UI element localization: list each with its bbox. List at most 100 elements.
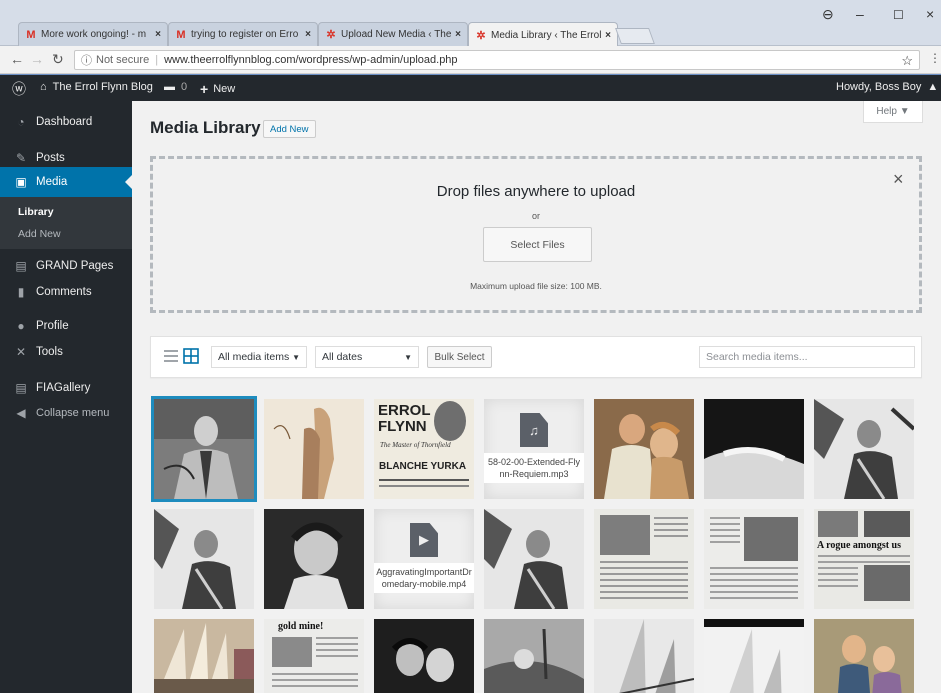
reclining-figure-thumbnail (704, 399, 804, 499)
media-item[interactable] (814, 619, 914, 693)
comments-link[interactable]: ▬ 0 (164, 81, 187, 93)
media-item[interactable]: ♫ 58-02-00-Extended-Flynn-Requiem.mp3 (484, 399, 584, 499)
url-field[interactable]: ⓘ Not secure | www.theerrolflynnblog.com… (74, 50, 920, 70)
admin-sidebar: ◔ Dashboard ✎ Posts ▣ Media Library Add … (0, 101, 132, 693)
gmail-icon: M (26, 28, 36, 41)
media-item[interactable]: gold mine! (264, 619, 364, 693)
media-icon: ▣ (15, 175, 27, 189)
media-item[interactable] (151, 396, 257, 502)
window-close-icon[interactable]: × (926, 6, 934, 22)
sailboat-thumbnail (704, 619, 804, 693)
close-icon[interactable]: × (605, 30, 611, 41)
poster-line-4: BLANCHE YURKA (379, 461, 466, 472)
media-item[interactable] (154, 619, 254, 693)
media-item[interactable] (264, 399, 364, 499)
menu-comments[interactable]: ▮ Comments (0, 277, 132, 307)
wordpress-logo-icon[interactable]: ⓦ (12, 79, 26, 99)
media-type-filter[interactable]: All media items ▼ (211, 346, 307, 368)
menu-label: GRAND Pages (36, 260, 114, 272)
list-view-icon[interactable] (163, 348, 179, 364)
search-media-input[interactable] (699, 346, 915, 368)
site-favicon-icon: ✲ (326, 29, 336, 41)
gallery-icon: ▤ (15, 381, 27, 395)
submenu-add-new[interactable]: Add New (18, 228, 61, 240)
browser-menu-icon[interactable]: ⋮ (929, 51, 941, 65)
media-item[interactable] (484, 509, 584, 609)
url-separator: | (155, 54, 159, 66)
url-text: www.theerrolflynnblog.com/wordpress/wp-a… (164, 54, 458, 66)
menu-dashboard[interactable]: ◔ Dashboard (0, 107, 132, 137)
reload-icon[interactable]: ↻ (52, 51, 64, 68)
close-icon[interactable]: × (305, 29, 311, 40)
browser-titlebar: M More work ongoing! - m × M trying to r… (0, 0, 941, 47)
poster-line-3: The Master of Thornfield (380, 441, 451, 449)
browser-tab-1[interactable]: M More work ongoing! - m × (18, 22, 168, 46)
comment-bubble-icon: ▬ (164, 81, 175, 93)
tab-title: Upload New Media ‹ The (341, 29, 452, 40)
collapse-icon: ◀ (16, 406, 26, 420)
wp-admin-bar: ⓦ ⌂ The Errol Flynn Blog ▬ 0 + New Howdy… (0, 75, 941, 101)
media-item[interactable] (264, 509, 364, 609)
media-item[interactable] (484, 619, 584, 693)
bookmark-star-icon[interactable]: ☆ (901, 53, 913, 69)
media-item[interactable] (704, 509, 804, 609)
yacht-sails-thumbnail (594, 619, 694, 693)
closeup-portrait-thumbnail (264, 509, 364, 609)
tools-icon: ✕ (15, 345, 27, 359)
browser-tab-3[interactable]: ✲ Upload New Media ‹ The × (318, 22, 468, 46)
select-files-button[interactable]: Select Files (483, 227, 592, 262)
dropdown-arrow-icon: ▼ (292, 352, 300, 362)
minimize-icon[interactable]: – (856, 6, 864, 22)
my-account-link[interactable]: Howdy, Boss Boy ▲ (836, 81, 938, 93)
not-secure-label: Not secure (96, 54, 150, 66)
browser-tab-4[interactable]: ✲ Media Library ‹ The Errol × (468, 22, 618, 47)
browser-tab-2[interactable]: M trying to register on Erro × (168, 22, 318, 46)
date-filter[interactable]: All dates ▼ (315, 346, 419, 368)
upload-dropzone[interactable]: Drop files anywhere to upload or Select … (150, 156, 922, 313)
submenu-library[interactable]: Library (18, 206, 54, 218)
menu-media[interactable]: ▣ Media (0, 167, 132, 197)
media-item[interactable]: ERROL FLYNN The Master of Thornfield BLA… (374, 399, 474, 499)
add-new-button[interactable]: Add New (263, 120, 316, 138)
account-icon[interactable]: ⊖ (822, 6, 834, 23)
media-item[interactable] (704, 399, 804, 499)
bulk-select-button[interactable]: Bulk Select (427, 346, 492, 368)
site-name-link[interactable]: ⌂ The Errol Flynn Blog (40, 81, 153, 93)
media-item[interactable]: A rogue amongst us (814, 509, 914, 609)
user-avatar-icon: ▲ (927, 81, 939, 93)
color-couple-thumbnail (594, 399, 694, 499)
media-item[interactable]: ▶ AggravatingImportantDromedary-mobile.m… (374, 509, 474, 609)
pin-icon: ✎ (15, 151, 27, 165)
collapse-menu[interactable]: ◀ Collapse menu (0, 398, 132, 428)
sailing-ship-thumbnail (154, 619, 254, 693)
close-icon[interactable]: × (155, 29, 161, 40)
info-icon: ⓘ (81, 55, 92, 67)
menu-label: Media (36, 176, 68, 188)
dropzone-title: Drop files anywhere to upload (436, 183, 636, 200)
pages-icon: ▤ (15, 259, 27, 273)
media-item[interactable] (594, 619, 694, 693)
menu-label: Collapse menu (36, 407, 110, 419)
new-content-link[interactable]: + New (200, 81, 235, 97)
grid-view-icon[interactable] (183, 348, 199, 364)
help-button[interactable]: Help ▼ (863, 101, 923, 123)
maximize-icon[interactable]: ☐ (893, 8, 904, 22)
media-item[interactable] (814, 399, 914, 499)
new-tab-button[interactable] (615, 28, 655, 44)
menu-tools[interactable]: ✕ Tools (0, 337, 132, 367)
media-item[interactable] (594, 399, 694, 499)
max-upload-size: Maximum upload file size: 100 MB. (470, 281, 602, 291)
media-item[interactable] (704, 619, 804, 693)
close-uploader-icon[interactable]: × (893, 169, 904, 190)
media-item[interactable] (374, 619, 474, 693)
audio-file-icon: ♫ (520, 413, 548, 447)
media-item[interactable] (154, 509, 254, 609)
forward-icon[interactable]: → (30, 51, 44, 67)
media-item[interactable] (594, 509, 694, 609)
close-icon[interactable]: × (455, 29, 461, 40)
back-icon[interactable]: ← (10, 51, 24, 67)
howdy-text: Howdy, Boss Boy (836, 81, 922, 93)
new-label: New (213, 83, 236, 95)
page-title: Media Library (150, 118, 261, 137)
boat-deck-thumbnail (484, 619, 584, 693)
